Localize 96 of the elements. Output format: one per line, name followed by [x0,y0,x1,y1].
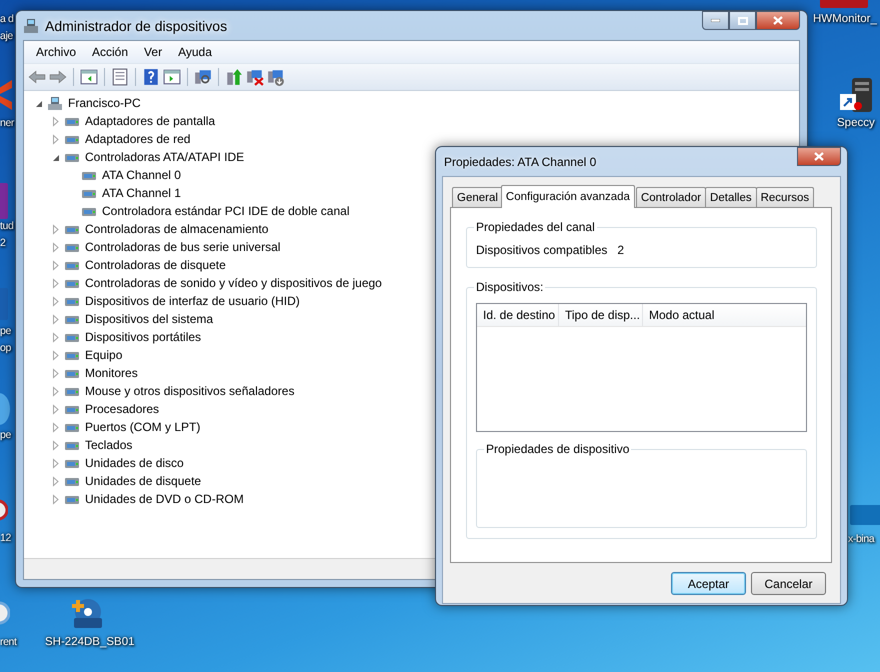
column-header[interactable]: Modo actual [643,304,806,326]
forward-arrow-icon[interactable] [49,68,67,86]
column-header[interactable]: Id. de destino [477,304,559,326]
icon-label[interactable]: 12 [0,530,11,547]
tree-item[interactable]: Unidades de DVD o CD-ROM [83,492,244,506]
icon-label[interactable]: rent [0,634,16,651]
group-title: Propiedades de dispositivo [485,442,630,456]
maximize-icon [738,16,748,24]
menu-item[interactable]: Ver [136,43,170,61]
expand-arrow-icon[interactable] [50,116,61,126]
window-title: Administrador de dispositivos [45,18,228,34]
expand-arrow-icon[interactable] [50,458,61,468]
column-header[interactable]: Tipo de disp... [559,304,643,326]
menu-item[interactable]: Archivo [28,43,84,61]
tab[interactable]: Recursos [756,187,814,207]
close-button[interactable] [756,11,800,30]
maximize-button[interactable] [729,11,756,30]
icon-label[interactable]: op [0,340,11,357]
menu-item[interactable]: Acción [84,43,136,61]
expand-arrow-icon[interactable] [50,278,61,288]
update-icon[interactable] [225,68,243,86]
tree-item[interactable]: Controladoras de almacenamiento [83,222,268,236]
tree-item[interactable]: Unidades de disquete [83,474,202,488]
expand-arrow-icon[interactable] [50,224,61,234]
tree-item[interactable]: Equipo [83,348,122,362]
minimize-button[interactable] [702,11,729,30]
expand-arrow-icon[interactable] [50,476,61,486]
device-list[interactable]: Id. de destino Tipo de disp... Modo actual [476,303,807,432]
expand-arrow-icon[interactable] [50,386,61,396]
icon-label[interactable]: aje [0,28,14,45]
computer-icon [47,95,63,111]
tree-item[interactable]: Dispositivos del sistema [83,312,214,326]
cancel-button[interactable]: Cancelar [751,572,826,595]
dialog-title: Propiedades: ATA Channel 0 [443,154,596,168]
tree-item[interactable]: Unidades de disco [83,456,184,470]
tree-item[interactable]: Controladoras de bus serie universal [83,240,280,254]
tab[interactable]: Configuración avanzada [500,185,635,208]
expand-arrow-icon[interactable] [50,314,61,324]
tree-item[interactable]: Francisco-PC [66,96,141,110]
icon-label[interactable]: pe [0,323,11,340]
expand-arrow-icon[interactable] [50,296,61,306]
icon-label[interactable]: Speccy [837,115,875,132]
tree-item[interactable]: Controladoras de sonido y vídeo y dispositivos de juego [83,276,382,290]
properties-icon[interactable] [111,68,129,86]
pane-icon[interactable] [80,68,98,86]
tree-item[interactable]: Teclados [83,438,132,452]
uninstall-icon[interactable] [246,68,264,86]
icon-label[interactable]: tud [0,218,14,235]
tab[interactable]: Controlador [636,187,706,207]
tree-item[interactable]: Dispositivos de interfaz de usuario (HID) [83,294,300,308]
tree-item[interactable]: Controladoras de disquete [83,258,226,272]
tree-item[interactable]: ATA Channel 1 [100,186,181,200]
tab[interactable]: Detalles [705,187,757,207]
field-value: 2 [617,243,624,257]
expand-arrow-icon[interactable] [50,368,61,378]
group-title: Propiedades del canal [475,220,596,234]
close-button[interactable] [797,147,841,166]
expand-arrow-icon[interactable] [50,494,61,504]
expand-arrow-icon[interactable] [50,242,61,252]
minimize-icon [711,19,720,22]
pane-icon[interactable] [163,68,181,86]
expand-arrow-icon[interactable] [50,332,61,342]
tree-item[interactable]: ATA Channel 0 [100,168,181,182]
tree-item[interactable]: Controladoras ATA/ATAPI IDE [83,150,244,164]
tree-item[interactable]: Procesadores [83,402,160,416]
expand-arrow-icon[interactable] [50,422,61,432]
icon-label[interactable]: 2 [0,235,14,252]
tree-item[interactable]: Dispositivos portátiles [83,330,202,344]
disc-icon[interactable] [72,598,104,630]
icon-label[interactable]: pe [0,427,11,444]
tree-item[interactable]: Mouse y otros dispositivos señaladores [83,384,294,398]
tree-item[interactable]: Controladora estándar PCI IDE de doble canal [100,204,350,218]
ok-button[interactable]: Aceptar [671,572,746,595]
icon-label[interactable]: a d [0,11,14,28]
disable-icon[interactable] [267,68,285,86]
help-icon[interactable] [142,68,160,86]
menu-item[interactable]: Ayuda [170,43,220,61]
tree-item[interactable]: Monitores [83,366,138,380]
field-label: Dispositivos compatibles [476,243,608,257]
tree-item[interactable]: Puertos (COM y LPT) [83,420,200,434]
close-icon [773,16,783,25]
device-manager-icon [23,18,39,34]
expand-arrow-icon[interactable] [50,350,61,360]
expand-arrow-icon[interactable] [50,260,61,270]
tree-item[interactable]: Adaptadores de red [83,132,190,146]
expand-arrow-icon[interactable] [50,404,61,414]
back-arrow-icon[interactable] [28,68,46,86]
icon-label[interactable]: HWMonitor_ [813,11,877,28]
expand-arrow-icon[interactable] [50,134,61,144]
tree-item[interactable]: Adaptadores de pantalla [83,114,216,128]
expand-arrow-icon[interactable] [50,440,61,450]
group-title: Dispositivos: [475,280,544,294]
close-icon [814,152,824,161]
tab[interactable]: General [452,187,503,207]
scan-icon[interactable] [194,68,212,86]
icon-label[interactable]: ner [0,115,14,132]
